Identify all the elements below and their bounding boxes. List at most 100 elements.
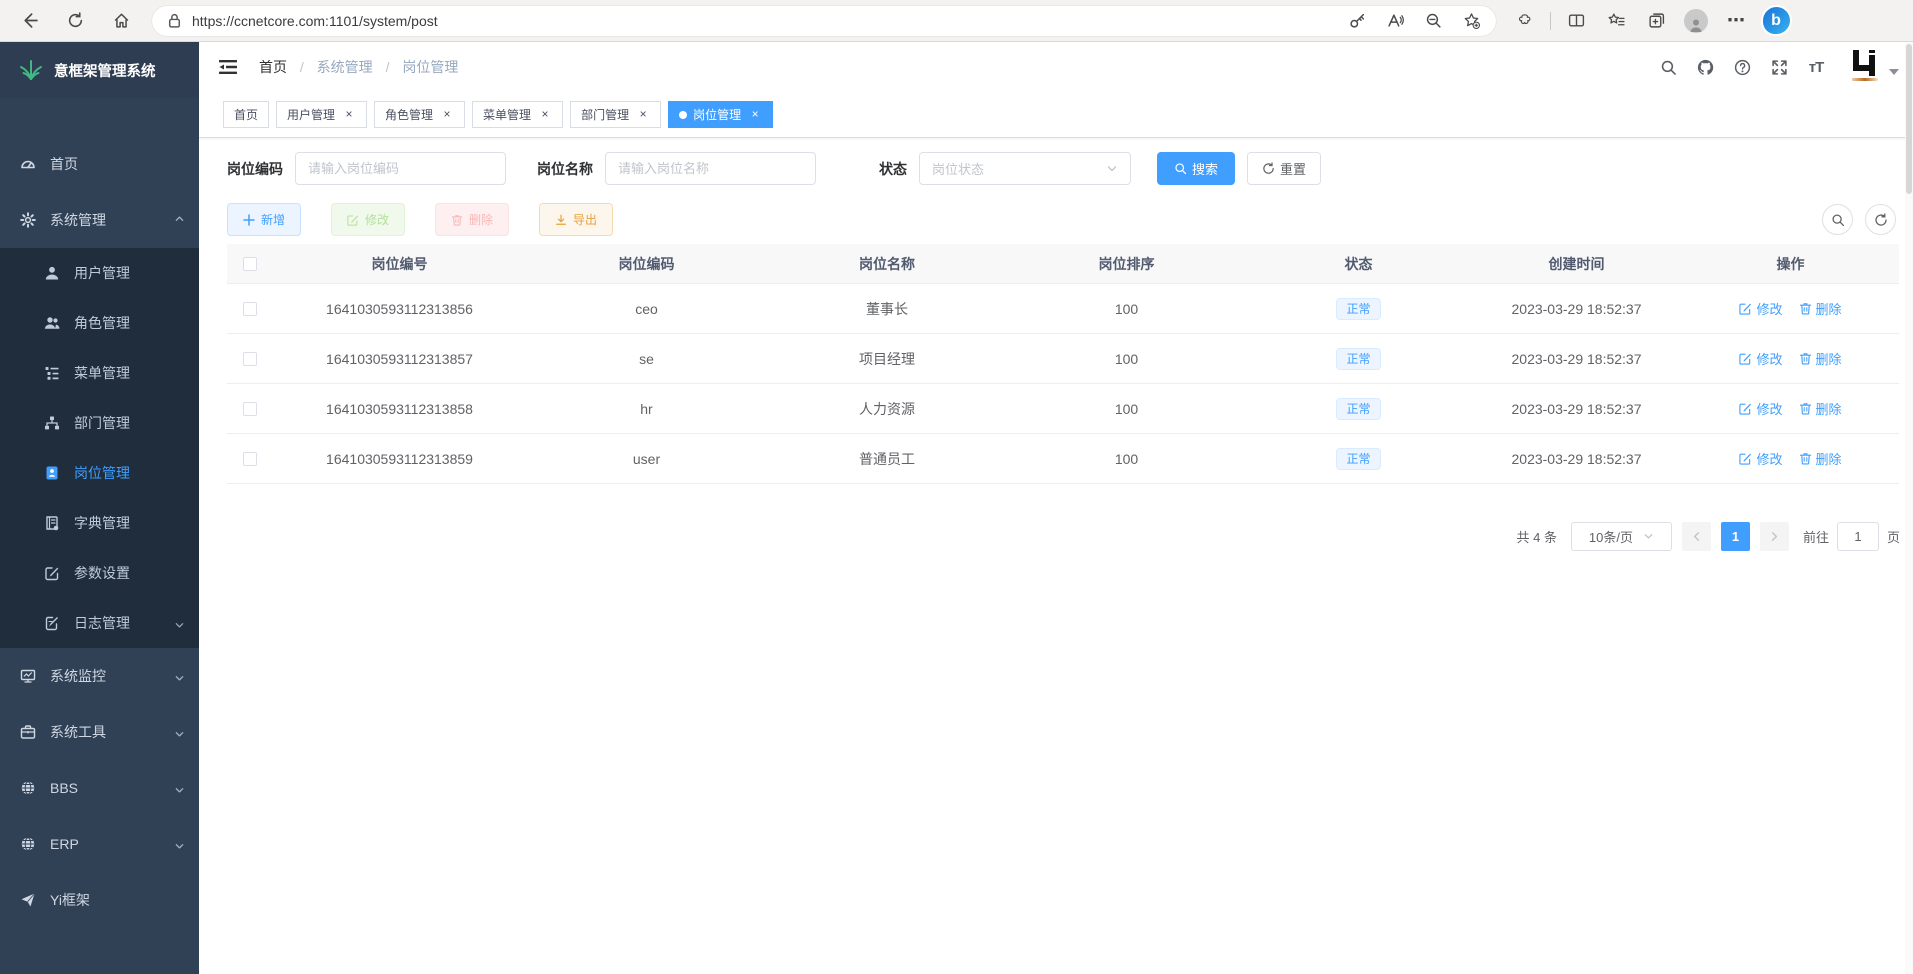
row-delete-link[interactable]: 删除 bbox=[1799, 349, 1842, 368]
cell-post-name: 普通员工 bbox=[767, 449, 1007, 469]
browser-menu-ellipsis-icon[interactable]: ⋯ bbox=[1719, 6, 1753, 36]
edit-icon bbox=[1739, 402, 1752, 415]
refresh-table-button[interactable] bbox=[1865, 204, 1896, 235]
delete-button[interactable]: 删除 bbox=[435, 203, 509, 236]
tab-close-icon[interactable]: × bbox=[440, 108, 454, 122]
row-checkbox[interactable] bbox=[243, 402, 257, 416]
cell-post-sort: 100 bbox=[1007, 351, 1246, 367]
sidebar-item-erp[interactable]: ERP bbox=[0, 816, 199, 872]
cell-post-sort: 100 bbox=[1007, 301, 1246, 317]
goto-page-input[interactable] bbox=[1837, 522, 1879, 551]
tab-菜单管理[interactable]: 菜单管理 × bbox=[472, 101, 563, 128]
sidebar-item-monitor[interactable]: 系统监控 bbox=[0, 648, 199, 704]
copilot-sidebar-icon[interactable] bbox=[1639, 6, 1673, 36]
sidebar-item-post[interactable]: 岗位管理 bbox=[0, 448, 199, 498]
chevron-left-icon bbox=[1691, 531, 1702, 542]
row-checkbox[interactable] bbox=[243, 302, 257, 316]
search-button[interactable]: 搜索 bbox=[1157, 152, 1235, 185]
tab-close-icon[interactable]: × bbox=[538, 108, 552, 122]
tab-close-icon[interactable]: × bbox=[636, 108, 650, 122]
page-number-1[interactable]: 1 bbox=[1721, 522, 1750, 551]
sidebar-item-dept[interactable]: 部门管理 bbox=[0, 398, 199, 448]
user-icon bbox=[44, 265, 60, 281]
status-select-placeholder: 岗位状态 bbox=[932, 159, 984, 178]
fullscreen-icon[interactable] bbox=[1769, 57, 1789, 77]
export-button[interactable]: 导出 bbox=[539, 203, 613, 236]
row-checkbox[interactable] bbox=[243, 452, 257, 466]
site-lock-icon[interactable] bbox=[164, 6, 184, 36]
sidebar-item-user[interactable]: 用户管理 bbox=[0, 248, 199, 298]
browser-home-button[interactable] bbox=[104, 6, 138, 36]
row-delete-link[interactable]: 删除 bbox=[1799, 449, 1842, 468]
row-delete-link[interactable]: 删除 bbox=[1799, 299, 1842, 318]
reset-button[interactable]: 重置 bbox=[1247, 152, 1321, 185]
app-logo[interactable]: 意框架管理系统 bbox=[0, 42, 199, 98]
sidebar-item-dict[interactable]: 字典管理 bbox=[0, 498, 199, 548]
next-page-button[interactable] bbox=[1760, 522, 1789, 551]
sidebar-item-log[interactable]: 日志管理 bbox=[0, 598, 199, 648]
read-aloud-icon[interactable] bbox=[1378, 6, 1412, 36]
goto-unit: 页 bbox=[1887, 527, 1900, 546]
tab-close-icon[interactable]: × bbox=[342, 108, 356, 122]
post-table: 岗位编号岗位编码岗位名称岗位排序状态创建时间操作 164103059311231… bbox=[227, 244, 1899, 484]
row-edit-link[interactable]: 修改 bbox=[1739, 349, 1782, 368]
zoom-out-icon[interactable] bbox=[1416, 6, 1450, 36]
cell-post-sort: 100 bbox=[1007, 401, 1246, 417]
tab-首页[interactable]: 首页 bbox=[223, 101, 269, 128]
sidebar-item-tool[interactable]: 系统工具 bbox=[0, 704, 199, 760]
row-edit-link[interactable]: 修改 bbox=[1739, 299, 1782, 318]
sidebar-collapse-icon[interactable] bbox=[217, 56, 239, 78]
row-edit-link[interactable]: 修改 bbox=[1739, 449, 1782, 468]
tab-用户管理[interactable]: 用户管理 × bbox=[276, 101, 367, 128]
browser-back-button[interactable] bbox=[12, 6, 46, 36]
edit-icon bbox=[1739, 302, 1752, 315]
tab-部门管理[interactable]: 部门管理 × bbox=[570, 101, 661, 128]
extensions-icon[interactable] bbox=[1508, 6, 1542, 36]
browser-profile-avatar[interactable] bbox=[1679, 6, 1713, 36]
user-avatar-dropdown[interactable] bbox=[1849, 49, 1899, 85]
password-key-icon[interactable] bbox=[1340, 6, 1374, 36]
sidebar-item-menu[interactable]: 菜单管理 bbox=[0, 348, 199, 398]
browser-refresh-button[interactable] bbox=[58, 6, 92, 36]
tags-view-bar: 首页 用户管理 × 角色管理 × 菜单管理 × 部门管理 × 岗位管理 × bbox=[199, 92, 1913, 138]
url-text[interactable]: https://ccnetcore.com:1101/system/post bbox=[192, 13, 1340, 29]
page-size-select[interactable]: 10条/页 bbox=[1571, 522, 1672, 551]
breadcrumb-home[interactable]: 首页 bbox=[259, 59, 287, 75]
row-edit-link[interactable]: 修改 bbox=[1739, 399, 1782, 418]
table-column-header: 岗位编号 bbox=[273, 254, 526, 274]
bing-copilot-icon[interactable]: b bbox=[1759, 6, 1793, 36]
favorite-star-icon[interactable] bbox=[1454, 6, 1488, 36]
sidebar-item-system[interactable]: 系统管理 bbox=[0, 192, 199, 248]
row-delete-link[interactable]: 删除 bbox=[1799, 399, 1842, 418]
collections-icon[interactable] bbox=[1599, 6, 1633, 36]
edit-icon bbox=[1739, 352, 1752, 365]
status-select[interactable]: 岗位状态 bbox=[919, 152, 1131, 185]
toggle-search-button[interactable] bbox=[1822, 204, 1853, 235]
edit-button[interactable]: 修改 bbox=[331, 203, 405, 236]
tab-close-icon[interactable]: × bbox=[748, 108, 762, 122]
sidebar-item-param[interactable]: 参数设置 bbox=[0, 548, 199, 598]
sidebar-item-role[interactable]: 角色管理 bbox=[0, 298, 199, 348]
post-code-input[interactable] bbox=[295, 152, 506, 185]
row-checkbox[interactable] bbox=[243, 352, 257, 366]
header-search-icon[interactable] bbox=[1658, 57, 1678, 77]
users-icon bbox=[44, 315, 60, 331]
font-size-icon[interactable]: тT bbox=[1806, 57, 1826, 77]
select-all-checkbox[interactable] bbox=[243, 257, 257, 271]
address-bar[interactable]: https://ccnetcore.com:1101/system/post bbox=[152, 6, 1496, 36]
add-button[interactable]: 新增 bbox=[227, 203, 301, 236]
page-scrollbar[interactable] bbox=[1905, 42, 1913, 974]
cell-post-id: 1641030593112313857 bbox=[273, 351, 526, 367]
goto-label: 前往 bbox=[1803, 527, 1829, 546]
help-icon[interactable] bbox=[1732, 57, 1752, 77]
table-row: 1641030593112313857 se 项目经理 100 正常 2023-… bbox=[227, 334, 1899, 384]
tab-岗位管理[interactable]: 岗位管理 × bbox=[668, 101, 773, 128]
prev-page-button[interactable] bbox=[1682, 522, 1711, 551]
sidebar-item-bbs[interactable]: BBS bbox=[0, 760, 199, 816]
sidebar-item-yiframe[interactable]: Yi框架 bbox=[0, 872, 199, 928]
post-name-input[interactable] bbox=[605, 152, 816, 185]
github-icon[interactable] bbox=[1695, 57, 1715, 77]
sidebar-item-home[interactable]: 首页 bbox=[0, 136, 199, 192]
tab-角色管理[interactable]: 角色管理 × bbox=[374, 101, 465, 128]
split-screen-icon[interactable] bbox=[1559, 6, 1593, 36]
